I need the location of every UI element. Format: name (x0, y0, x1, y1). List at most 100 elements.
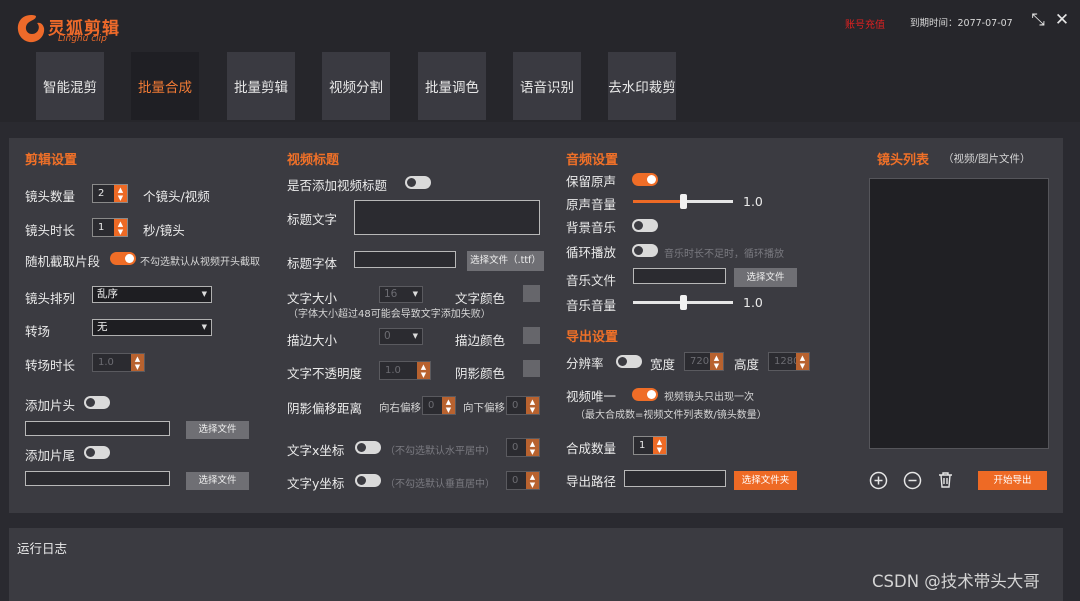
right-offset-label: 向右偏移 (379, 402, 421, 414)
fox-logo-icon (17, 15, 45, 43)
music-file-label: 音乐文件 (566, 273, 617, 288)
tab-watermark-crop[interactable]: 去水印裁剪 (608, 52, 676, 120)
stepper-arrows-icon[interactable]: ▲ ▼ (417, 362, 430, 379)
minimize-icon[interactable]: ⤡ (1028, 10, 1048, 30)
right-offset-stepper[interactable]: 0 ▲ ▼ (422, 396, 456, 415)
text-color-swatch[interactable] (523, 285, 540, 302)
down-offset-stepper[interactable]: 0 ▲ ▼ (506, 396, 540, 415)
app-subtitle: Linghu clip (58, 34, 107, 44)
add-outro-toggle[interactable] (84, 446, 110, 459)
shot-list-box[interactable] (869, 178, 1049, 449)
close-icon[interactable]: ✕ (1052, 10, 1072, 30)
export-settings-title: 导出设置 (566, 330, 619, 345)
compose-count-label: 合成数量 (566, 441, 617, 456)
tab-video-split[interactable]: 视频分割 (322, 52, 390, 120)
audio-settings-title: 音频设置 (566, 153, 619, 168)
stepper-arrows-icon[interactable]: ▲ ▼ (653, 437, 666, 454)
settings-panel: 剪辑设置 镜头数量 2 ▲ ▼ 个镜头/视频 镜头时长 1 ▲ ▼ 秒/镜头 随机截取片… (9, 138, 1063, 513)
text-opacity-stepper[interactable]: 1.0 ▲ ▼ (379, 361, 431, 380)
shot-count-stepper[interactable]: 2 ▲ ▼ (92, 184, 128, 203)
resolution-toggle[interactable] (616, 355, 642, 368)
intro-choose-file-button[interactable]: 选择文件 (186, 421, 249, 439)
add-title-toggle[interactable] (405, 176, 431, 189)
random-clip-note: 不勾选默认从视频开头截取 (140, 257, 260, 268)
stepper-arrows-icon[interactable]: ▲ ▼ (114, 185, 127, 202)
stepper-arrows-icon[interactable]: ▲ ▼ (526, 439, 539, 456)
shot-count-label: 镜头数量 (25, 189, 76, 204)
outro-file-input[interactable] (25, 471, 170, 486)
music-volume-value: 1.0 (743, 295, 763, 310)
loop-play-toggle[interactable] (632, 244, 658, 257)
slider-handle[interactable] (679, 194, 687, 209)
chevron-down-icon: ▼ (412, 290, 418, 298)
stepper-arrows-icon[interactable]: ▲ ▼ (526, 472, 539, 489)
height-stepper[interactable]: 1280▲▼ (768, 352, 810, 371)
random-clip-label: 随机截取片段 (25, 254, 101, 269)
stepper-arrows-icon[interactable]: ▲ ▼ (796, 353, 809, 370)
original-volume-slider[interactable] (633, 194, 733, 209)
chevron-down-icon: ▼ (201, 323, 207, 331)
trash-icon[interactable] (936, 470, 955, 489)
shadow-color-swatch[interactable] (523, 360, 540, 377)
random-clip-toggle[interactable] (110, 252, 136, 265)
plus-icon[interactable] (869, 471, 888, 490)
bgm-toggle[interactable] (632, 219, 658, 232)
text-opacity-label: 文字不透明度 (287, 366, 363, 381)
tab-batch-edit[interactable]: 批量剪辑 (227, 52, 295, 120)
keep-audio-label: 保留原声 (566, 174, 617, 189)
export-path-input[interactable] (624, 470, 726, 487)
slider-fill (633, 200, 683, 203)
title-text-input[interactable] (354, 200, 540, 235)
keep-audio-toggle[interactable] (632, 173, 658, 186)
music-file-input[interactable] (633, 268, 726, 284)
text-x-toggle[interactable] (355, 441, 381, 454)
stroke-size-select[interactable]: 0 ▼ (379, 328, 423, 345)
title-bar: 灵狐剪辑 Linghu clip 账号充值 到期时间：2077-07-07 ⤡ … (0, 0, 1080, 122)
bgm-label: 背景音乐 (566, 220, 617, 235)
title-font-label: 标题字体 (287, 256, 338, 271)
original-volume-value: 1.0 (743, 194, 763, 209)
shot-length-stepper[interactable]: 1 ▲ ▼ (92, 218, 128, 237)
run-log-title: 运行日志 (17, 541, 68, 556)
text-size-note: （字体大小超过48可能会导致文字添加失败） (288, 309, 491, 320)
shot-order-select[interactable]: 乱序 ▼ (92, 286, 212, 303)
transition-length-label: 转场时长 (25, 358, 76, 373)
start-export-button[interactable]: 开始导出 (978, 471, 1047, 490)
tab-speech-recognition[interactable]: 语音识别 (513, 52, 581, 120)
music-volume-slider[interactable] (633, 295, 733, 310)
expire-date: 到期时间：2077-07-07 (910, 18, 1013, 29)
stepper-arrows-icon[interactable]: ▲ ▼ (114, 219, 127, 236)
music-choose-file-button[interactable]: 选择文件 (734, 268, 797, 287)
shot-order-label: 镜头排列 (25, 291, 76, 306)
compose-count-stepper[interactable]: 1 ▲ ▼ (633, 436, 667, 455)
stepper-arrows-icon[interactable]: ▲ ▼ (526, 397, 539, 414)
transition-select[interactable]: 无 ▼ (92, 319, 212, 336)
add-intro-toggle[interactable] (84, 396, 110, 409)
text-size-select[interactable]: 16 ▼ (379, 286, 423, 303)
transition-length-stepper[interactable]: 1.0 ▲ ▼ (92, 353, 145, 372)
text-y-toggle[interactable] (355, 474, 381, 487)
intro-file-input[interactable] (25, 421, 170, 436)
title-font-input[interactable] (354, 251, 456, 268)
stepper-arrows-icon[interactable]: ▲ ▼ (442, 397, 455, 414)
add-intro-label: 添加片头 (25, 398, 76, 413)
add-title-label: 是否添加视频标题 (287, 178, 388, 193)
tab-batch-color[interactable]: 批量调色 (418, 52, 486, 120)
font-choose-file-button[interactable]: 选择文件（.ttf） (467, 251, 544, 271)
account-recharge-link[interactable]: 账号充值 (845, 16, 885, 31)
tab-smart-mix[interactable]: 智能混剪 (36, 52, 104, 120)
shot-length-unit: 秒/镜头 (143, 223, 185, 238)
text-y-stepper[interactable]: 0 ▲ ▼ (506, 471, 540, 490)
slider-handle[interactable] (679, 295, 687, 310)
width-stepper[interactable]: 720 ▲ ▼ (684, 352, 724, 371)
stepper-arrows-icon[interactable]: ▲ ▼ (710, 353, 723, 370)
tab-batch-compose[interactable]: 批量合成 (131, 52, 199, 120)
outro-choose-file-button[interactable]: 选择文件 (186, 472, 249, 490)
minus-icon[interactable] (903, 471, 922, 490)
stepper-arrows-icon[interactable]: ▲ ▼ (131, 354, 144, 371)
app-logo: 灵狐剪辑 Linghu clip (14, 12, 124, 48)
text-x-stepper[interactable]: 0 ▲ ▼ (506, 438, 540, 457)
choose-folder-button[interactable]: 选择文件夹 (734, 471, 797, 490)
stroke-color-swatch[interactable] (523, 327, 540, 344)
unique-video-toggle[interactable] (632, 388, 658, 401)
